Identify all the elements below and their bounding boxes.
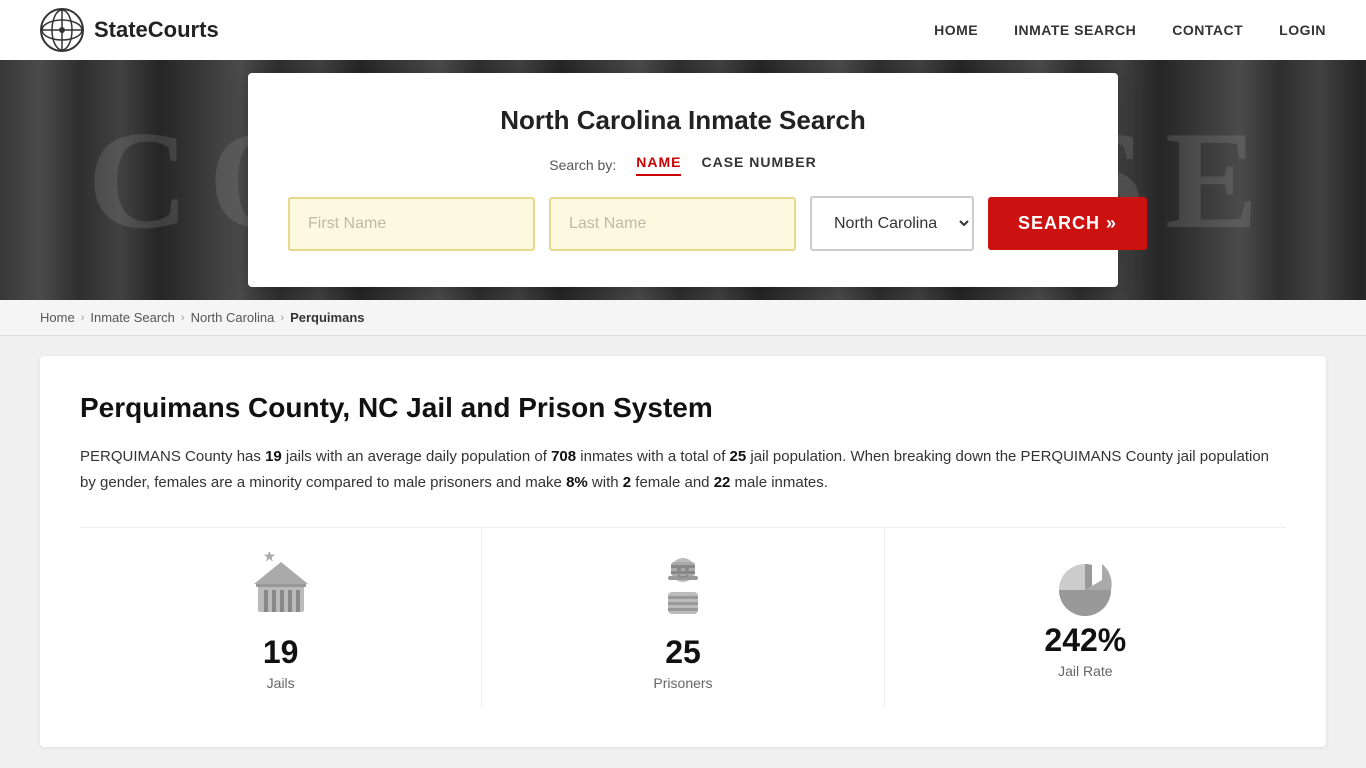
stat-jails: 19 Jails <box>80 528 482 707</box>
breadcrumb-sep-3: › <box>280 312 284 324</box>
first-name-input[interactable] <box>288 197 535 251</box>
main-nav: HOME INMATE SEARCH CONTACT LOGIN <box>934 22 1326 38</box>
nav-home[interactable]: HOME <box>934 22 978 38</box>
stat-jails-label: Jails <box>267 675 295 691</box>
hero-section: COURTHOUSE North Carolina Inmate Search … <box>0 60 1366 300</box>
desc-total-pop: 25 <box>730 448 747 465</box>
stat-prisoners-label: Prisoners <box>653 675 712 691</box>
main-description: PERQUIMANS County has 19 jails with an a… <box>80 444 1286 495</box>
desc-part3: inmates with a total of <box>576 448 729 465</box>
prisoner-icon <box>648 552 718 622</box>
state-select[interactable]: North Carolina Alabama Alaska Arizona Ca… <box>810 196 974 251</box>
pie-chart-icon <box>1050 552 1120 622</box>
desc-part7: male inmates. <box>730 474 828 491</box>
breadcrumb-sep-1: › <box>81 312 85 324</box>
desc-part2: jails with an average daily population o… <box>282 448 551 465</box>
breadcrumb-state[interactable]: North Carolina <box>191 310 275 325</box>
search-card: North Carolina Inmate Search Search by: … <box>248 73 1118 287</box>
stat-jails-number: 19 <box>263 634 299 671</box>
jail-icon <box>246 552 316 622</box>
stat-jail-rate-number: 242% <box>1044 622 1126 659</box>
search-by-label: Search by: <box>549 157 616 173</box>
main-content: Perquimans County, NC Jail and Prison Sy… <box>40 356 1326 747</box>
stat-jail-rate: 242% Jail Rate <box>885 528 1286 707</box>
search-button[interactable]: SEARCH » <box>988 197 1147 250</box>
stat-jail-rate-label: Jail Rate <box>1058 663 1112 679</box>
breadcrumb: Home › Inmate Search › North Carolina › … <box>0 300 1366 336</box>
tab-case-number[interactable]: CASE NUMBER <box>701 154 816 176</box>
breadcrumb-sep-2: › <box>181 312 185 324</box>
desc-jails: 19 <box>265 448 282 465</box>
desc-part5: with <box>588 474 623 491</box>
main-title: Perquimans County, NC Jail and Prison Sy… <box>80 392 1286 424</box>
desc-male-count: 22 <box>714 474 731 491</box>
desc-part6: female and <box>631 474 714 491</box>
nav-login[interactable]: LOGIN <box>1279 22 1326 38</box>
desc-female-count: 2 <box>623 474 631 491</box>
logo-icon <box>40 8 84 52</box>
stat-prisoners-number: 25 <box>665 634 701 671</box>
nav-inmate-search[interactable]: INMATE SEARCH <box>1014 22 1136 38</box>
desc-female-pct: 8% <box>566 474 588 491</box>
search-by-row: Search by: NAME CASE NUMBER <box>288 154 1078 176</box>
tab-name[interactable]: NAME <box>636 154 681 176</box>
stats-row: 19 Jails <box>80 527 1286 707</box>
breadcrumb-inmate-search[interactable]: Inmate Search <box>90 310 175 325</box>
nav-contact[interactable]: CONTACT <box>1172 22 1243 38</box>
logo-link[interactable]: StateCourts <box>40 8 219 52</box>
header: StateCourts HOME INMATE SEARCH CONTACT L… <box>0 0 1366 60</box>
search-inputs-row: North Carolina Alabama Alaska Arizona Ca… <box>288 196 1078 251</box>
breadcrumb-current: Perquimans <box>290 310 364 325</box>
stat-prisoners: 25 Prisoners <box>482 528 884 707</box>
search-card-title: North Carolina Inmate Search <box>288 105 1078 136</box>
desc-part1: PERQUIMANS County has <box>80 448 265 465</box>
last-name-input[interactable] <box>549 197 796 251</box>
desc-avg-pop: 708 <box>551 448 576 465</box>
logo-text: StateCourts <box>94 17 219 43</box>
breadcrumb-home[interactable]: Home <box>40 310 75 325</box>
